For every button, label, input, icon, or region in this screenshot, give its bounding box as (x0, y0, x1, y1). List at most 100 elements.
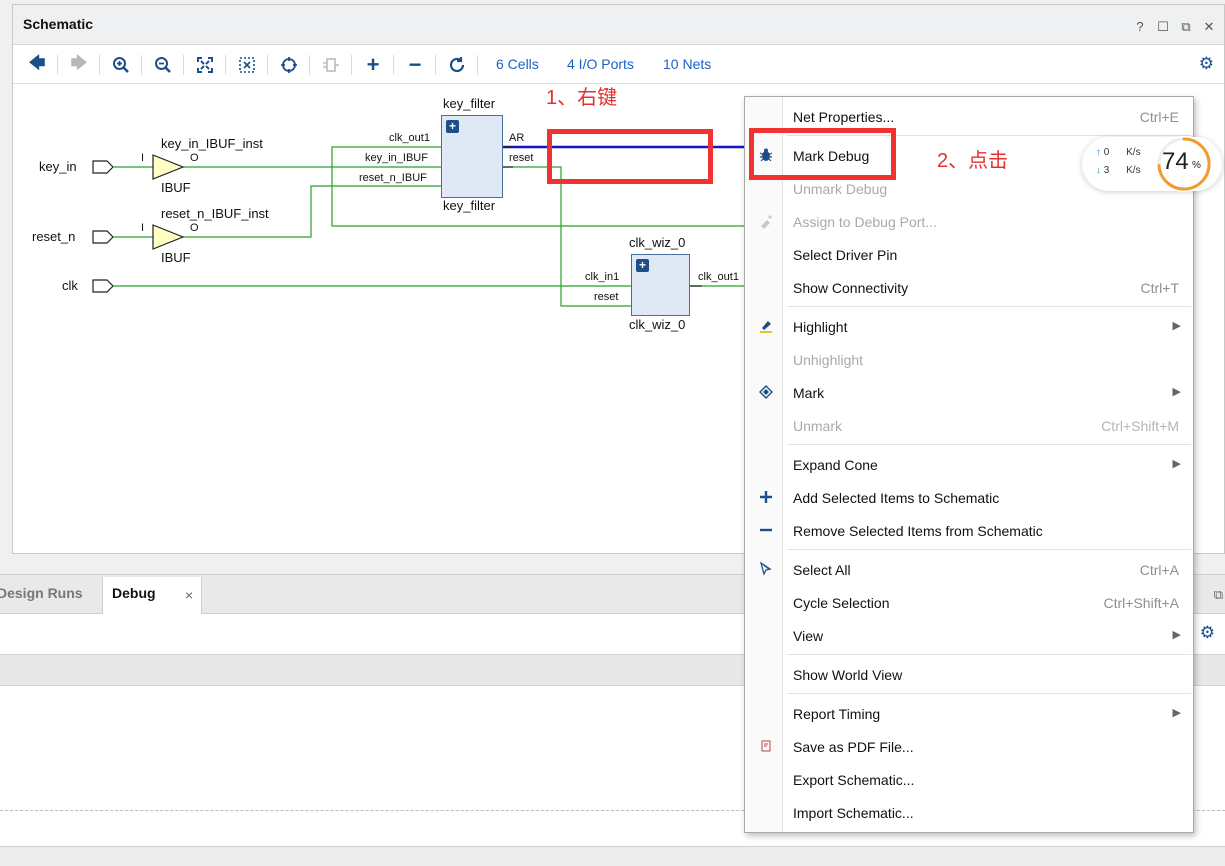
key-filter-pin-reset-n-ibuf[interactable]: reset_n_IBUF (359, 172, 427, 184)
port-reset-n-shape (92, 230, 114, 244)
clk-wiz-name-top: clk_wiz_0 (629, 235, 686, 250)
menu-item-label: Highlight (793, 319, 848, 335)
ibuf1-inst-label[interactable]: key_in_IBUF_inst (161, 136, 263, 151)
menu-item-label: Report Timing (793, 706, 881, 722)
ibuf1-type: IBUF (161, 180, 191, 195)
upload-value: 0 (1103, 147, 1110, 158)
menu-item-select-all[interactable]: Select All Ctrl+A (745, 553, 1193, 586)
ibuf1-triangle (152, 154, 185, 180)
submenu-arrow-icon: ▶ (1172, 707, 1181, 719)
ibuf2-type: IBUF (161, 250, 191, 265)
float-icon[interactable]: ⧉ (1214, 587, 1223, 603)
menu-item-import-schematic[interactable]: Import Schematic... (745, 796, 1193, 829)
submenu-arrow-icon: ▶ (1172, 629, 1181, 641)
usage-percent-sign: % (1192, 160, 1201, 171)
port-reset-n[interactable]: reset_n (32, 229, 75, 244)
key-filter-pin-key-in-ibuf[interactable]: key_in_IBUF (365, 152, 428, 164)
ibuf1-pin-o: O (190, 152, 199, 164)
menu-item-mark[interactable]: Mark ▶ (745, 376, 1193, 409)
ibuf2-pin-i: I (141, 222, 145, 234)
port-clk[interactable]: clk (62, 278, 78, 293)
menu-item-unhighlight: Unhighlight (745, 343, 1193, 376)
select-all-icon (757, 561, 775, 579)
menu-item-label: Mark (793, 385, 825, 401)
menu-item-label: Unmark (793, 418, 843, 434)
key-filter-cell[interactable]: + (441, 115, 503, 198)
menu-item-highlight[interactable]: Highlight ▶ (745, 310, 1193, 343)
tab-debug[interactable]: Debug (112, 585, 156, 601)
annotation-step1: 1、右键 (546, 87, 618, 109)
expand-icon[interactable]: + (636, 259, 649, 272)
status-strip (0, 846, 1225, 866)
usage-gauge[interactable]: 74 % (1152, 134, 1216, 194)
menu-item-label: View (793, 628, 824, 644)
menu-item-add-selected-items-to-schematic[interactable]: Add Selected Items to Schematic (745, 481, 1193, 514)
menu-item-label: Show World View (793, 667, 903, 683)
menu-item-show-world-view[interactable]: Show World View (745, 658, 1193, 691)
menu-separator (787, 306, 1191, 307)
download-arrow-icon: ↓ (1096, 165, 1101, 176)
clk-wiz-name-bottom: clk_wiz_0 (629, 317, 686, 332)
context-menu: Net Properties... Ctrl+E Mark Debug Unmark … (744, 96, 1194, 833)
upload-unit: K/s (1126, 147, 1141, 158)
key-filter-pin-ar[interactable]: AR (509, 132, 524, 144)
clk-wiz-cell[interactable]: + (631, 254, 690, 316)
menu-item-label: Export Schematic... (793, 772, 915, 788)
annotation-box-net (547, 129, 713, 184)
key-filter-pin-clk-out1[interactable]: clk_out1 (389, 132, 430, 144)
menu-separator (787, 693, 1191, 694)
wire-reset-out (501, 166, 631, 307)
pdf-icon (757, 738, 775, 756)
menu-item-label: Expand Cone (793, 457, 878, 473)
menu-item-shortcut: Ctrl+A (1139, 562, 1179, 578)
menu-item-label: Show Connectivity (793, 280, 909, 296)
ibuf2-pin-o: O (190, 222, 199, 234)
menu-item-shortcut: Ctrl+Shift+A (1103, 595, 1179, 611)
mark-icon (757, 384, 775, 402)
ibuf2-triangle (152, 224, 185, 250)
gear-icon[interactable]: ⚙ (1200, 623, 1215, 643)
menu-item-select-driver-pin[interactable]: Select Driver Pin (745, 238, 1193, 271)
download-value: 3 (1103, 165, 1110, 176)
menu-item-expand-cone[interactable]: Expand Cone ▶ (745, 448, 1193, 481)
submenu-arrow-icon: ▶ (1172, 458, 1181, 470)
menu-item-shortcut: Ctrl+T (1140, 280, 1180, 296)
menu-item-label: Select All (793, 562, 851, 578)
usage-percent: 74 (1162, 148, 1189, 175)
menu-item-view[interactable]: View ▶ (745, 619, 1193, 652)
annotation-box-menu (749, 128, 896, 180)
menu-item-save-as-pdf-file[interactable]: Save as PDF File... (745, 730, 1193, 763)
menu-item-label: Import Schematic... (793, 805, 914, 821)
clk-wiz-pin-clk-in1[interactable]: clk_in1 (585, 271, 619, 283)
menu-item-export-schematic[interactable]: Export Schematic... (745, 763, 1193, 796)
close-tab-icon[interactable]: × (185, 587, 193, 603)
highlight-icon (757, 318, 775, 336)
menu-item-label: Assign to Debug Port... (793, 214, 937, 230)
menu-item-label: Add Selected Items to Schematic (793, 490, 1000, 506)
port-key-in[interactable]: key_in (39, 159, 77, 174)
vivado-window: Schematic ? ☐ ⧉ ✕ 🡄 🡆 + − 6 Cells 4 I/O … (0, 0, 1225, 866)
menu-item-report-timing[interactable]: Report Timing ▶ (745, 697, 1193, 730)
menu-item-label: Remove Selected Items from Schematic (793, 523, 1043, 539)
port-clk-shape (92, 279, 114, 293)
ibuf2-inst-label[interactable]: reset_n_IBUF_inst (161, 206, 269, 221)
plus-icon (757, 489, 775, 507)
menu-item-show-connectivity[interactable]: Show Connectivity Ctrl+T (745, 271, 1193, 304)
menu-item-unmark: Unmark Ctrl+Shift+M (745, 409, 1193, 442)
clk-wiz-pin-clk-out1[interactable]: clk_out1 (698, 271, 739, 283)
annotation-step2: 2、点击 (937, 150, 1009, 172)
menu-item-label: Cycle Selection (793, 595, 890, 611)
menu-item-remove-selected-items-from-schematic[interactable]: Remove Selected Items from Schematic (745, 514, 1193, 547)
tab-design-runs[interactable]: Design Runs (0, 585, 83, 601)
menu-item-label: Unhighlight (793, 352, 864, 368)
key-filter-name-bottom: key_filter (443, 198, 496, 213)
download-unit: K/s (1126, 165, 1141, 176)
menu-separator (787, 444, 1191, 445)
key-filter-pin-reset[interactable]: reset (509, 152, 533, 164)
clk-wiz-pin-reset[interactable]: reset (594, 291, 618, 303)
menu-item-cycle-selection[interactable]: Cycle Selection Ctrl+Shift+A (745, 586, 1193, 619)
menu-item-shortcut: Ctrl+Shift+M (1101, 418, 1179, 434)
expand-icon[interactable]: + (446, 120, 459, 133)
submenu-arrow-icon: ▶ (1172, 386, 1181, 398)
key-filter-name-top: key_filter (443, 96, 496, 111)
